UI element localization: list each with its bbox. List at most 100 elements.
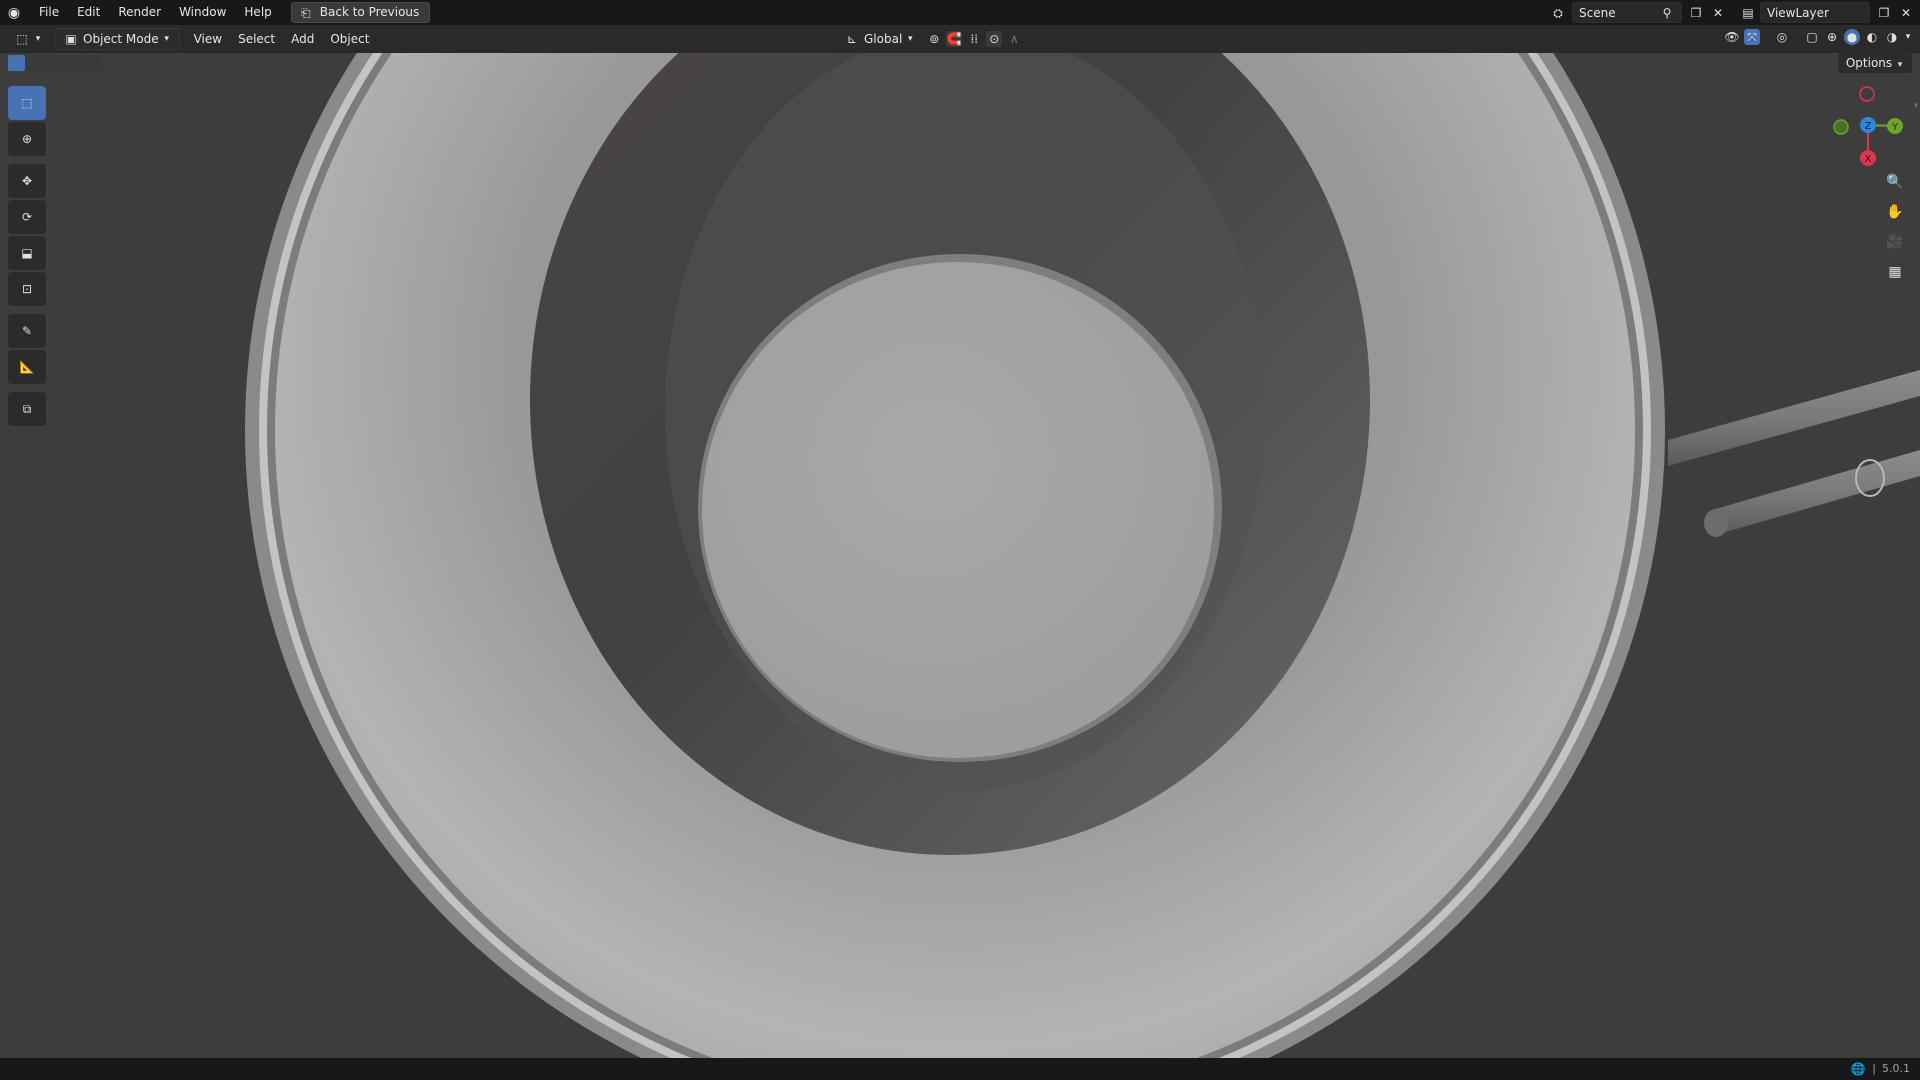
viewport-shading-controls: 👁 ⤧ ◎ ▢ ⊕ ● ◐ ◑ ▾ bbox=[1724, 29, 1912, 45]
proportional-edit-icon[interactable]: ⊙ bbox=[986, 31, 1003, 47]
camera-view-button[interactable]: 🎥 bbox=[1882, 229, 1908, 255]
zoom-button[interactable]: 🔍 bbox=[1882, 169, 1908, 195]
mode-label: Object Mode bbox=[83, 32, 159, 46]
scene-render bbox=[245, 53, 1920, 1058]
cursor-icon: ⊕ bbox=[21, 132, 33, 146]
camera-icon: 🎥 bbox=[1886, 234, 1904, 250]
remove-scene-icon[interactable]: ✕ bbox=[1710, 5, 1726, 21]
3d-viewport[interactable] bbox=[0, 53, 1920, 1058]
neg-y-axis-handle[interactable] bbox=[1833, 119, 1849, 135]
chevron-down-icon: ▾ bbox=[908, 34, 913, 44]
shading-solid-icon[interactable]: ● bbox=[1844, 29, 1860, 45]
object-mode-icon: ▣ bbox=[65, 32, 77, 46]
snap-toggle-icon[interactable]: 🧲 bbox=[946, 31, 963, 47]
tool-measure[interactable]: 📐 bbox=[8, 350, 46, 384]
scale-icon: ⬓ bbox=[21, 246, 33, 260]
scene-name: Scene bbox=[1579, 5, 1616, 20]
chevron-down-icon[interactable]: ▾ bbox=[1904, 29, 1912, 45]
scene-type-icon[interactable]: ⛭ bbox=[1550, 5, 1566, 21]
snap-target-icon[interactable]: ⁞⁞ bbox=[966, 31, 982, 47]
menu-view[interactable]: View bbox=[186, 29, 230, 49]
zoom-icon: 🔍 bbox=[1886, 174, 1904, 190]
menu-render[interactable]: Render bbox=[109, 0, 170, 25]
pivot-point-icon[interactable]: ⊚ bbox=[926, 31, 942, 47]
mode-dropdown[interactable]: ▣ Object Mode ▾ bbox=[54, 28, 180, 50]
annotate-icon: ✎ bbox=[21, 324, 33, 338]
xray-toggle-icon[interactable]: ▢ bbox=[1804, 29, 1820, 45]
new-scene-icon[interactable]: ❐ bbox=[1688, 5, 1704, 21]
tool-scale[interactable]: ⬓ bbox=[8, 236, 46, 270]
options-label: Options bbox=[1845, 56, 1893, 70]
visibility-icon[interactable]: 👁 bbox=[1724, 29, 1740, 45]
tool-cursor[interactable]: ⊕ bbox=[8, 122, 46, 156]
globe-icon: 🌐 bbox=[1850, 1062, 1866, 1076]
z-axis-label: Z bbox=[1865, 121, 1872, 132]
menu-window[interactable]: Window bbox=[170, 0, 235, 25]
tool-transform[interactable]: ⊡ bbox=[8, 272, 46, 306]
falloff-icon[interactable]: ∧ bbox=[1006, 31, 1022, 47]
transform-orientation-dropdown[interactable]: ⊾ Global ▾ bbox=[836, 29, 922, 49]
back-to-previous-label: Back to Previous bbox=[319, 5, 420, 19]
view-layer-field[interactable]: ViewLayer bbox=[1760, 2, 1870, 23]
options-dropdown[interactable]: Options ▾ bbox=[1837, 53, 1912, 73]
menu-select[interactable]: Select bbox=[230, 29, 283, 49]
status-bar: 🌐 | 5.0.1 bbox=[0, 1058, 1920, 1080]
tool-move[interactable]: ✥ bbox=[8, 164, 46, 198]
overlay-toggle-icon[interactable]: ◎ bbox=[1774, 29, 1790, 45]
topbar-right: ⛭ Scene ⚲ ❐ ✕ ▤ ViewLayer ❐ ✕ bbox=[1550, 0, 1920, 25]
measure-icon: 📐 bbox=[19, 360, 35, 374]
version-info: 🌐 | 5.0.1 bbox=[1850, 1058, 1910, 1080]
menu-file[interactable]: File bbox=[30, 0, 68, 25]
pin-icon[interactable]: ⚲ bbox=[1659, 5, 1675, 21]
menu-add[interactable]: Add bbox=[283, 29, 322, 49]
navigation-gizmo[interactable]: Z Y X bbox=[1820, 80, 1920, 180]
tool-annotate[interactable]: ✎ bbox=[8, 314, 46, 348]
shading-wireframe-icon[interactable]: ⊕ bbox=[1824, 29, 1840, 45]
move-icon: ✥ bbox=[21, 174, 33, 188]
select-intersect-button[interactable] bbox=[84, 55, 101, 71]
menu-help[interactable]: Help bbox=[235, 0, 280, 25]
hand-icon: ✋ bbox=[1886, 204, 1904, 220]
tool-rotate[interactable]: ⟳ bbox=[8, 200, 46, 234]
divider: | bbox=[1872, 1062, 1876, 1075]
chevron-down-icon: ▾ bbox=[35, 34, 41, 44]
tool-select-box[interactable]: ⬚ bbox=[8, 86, 46, 120]
gizmo-toggle-icon[interactable]: ⤧ bbox=[1744, 29, 1760, 45]
sidebar-toggle-icon[interactable]: ‹ bbox=[1914, 100, 1918, 111]
perspective-toggle-button[interactable]: ▦ bbox=[1882, 259, 1908, 285]
shading-material-icon[interactable]: ◐ bbox=[1864, 29, 1880, 45]
select-new-button[interactable] bbox=[8, 55, 25, 71]
x-axis-label: X bbox=[1865, 154, 1872, 165]
axis-gizmo: Z Y X bbox=[1833, 86, 1903, 166]
select-box-icon: ⬚ bbox=[21, 96, 33, 110]
transform-controls: ⊾ Global ▾ ⊚ 🧲 ⁞⁞ ⊙ ∧ bbox=[836, 29, 1022, 49]
add-cube-icon: ⧉ bbox=[22, 402, 32, 416]
tool-shelf: ⬚ ⊕ ✥ ⟳ ⬓ ⊡ ✎ 📐 ⧉ bbox=[8, 86, 46, 428]
select-invert-button[interactable] bbox=[65, 55, 82, 71]
menu-object[interactable]: Object bbox=[322, 29, 377, 49]
version-label: 5.0.1 bbox=[1882, 1062, 1910, 1075]
back-to-previous-button[interactable]: ⎗ Back to Previous bbox=[290, 2, 431, 23]
menu-edit[interactable]: Edit bbox=[68, 0, 109, 25]
editor-type-selector[interactable]: ⬚ ▾ bbox=[6, 29, 50, 49]
remove-view-layer-icon[interactable]: ✕ bbox=[1898, 5, 1914, 21]
chevron-down-icon: ▾ bbox=[164, 34, 169, 44]
new-view-layer-icon[interactable]: ❐ bbox=[1876, 5, 1892, 21]
neg-x-axis-handle[interactable] bbox=[1859, 86, 1875, 102]
shading-rendered-icon[interactable]: ◑ bbox=[1884, 29, 1900, 45]
orientation-icon: ⊾ bbox=[846, 32, 858, 46]
blender-logo-icon[interactable]: ◉ bbox=[6, 5, 22, 21]
view-layer-type-icon[interactable]: ▤ bbox=[1740, 5, 1756, 21]
grid-icon: ▦ bbox=[1888, 264, 1902, 280]
tool-add-cube[interactable]: ⧉ bbox=[8, 392, 46, 426]
orientation-label: Global bbox=[864, 32, 903, 46]
chevron-down-icon: ▾ bbox=[1897, 60, 1903, 70]
select-extend-button[interactable] bbox=[27, 55, 44, 71]
pan-button[interactable]: ✋ bbox=[1882, 199, 1908, 225]
viewport-header: ⬚ ▾ ▣ Object Mode ▾ View Select Add Obje… bbox=[0, 25, 1920, 53]
select-subtract-button[interactable] bbox=[46, 55, 63, 71]
top-menu-bar: ◉ File Edit Render Window Help ⎗ Back to… bbox=[0, 0, 1920, 25]
scene-field[interactable]: Scene ⚲ bbox=[1572, 2, 1682, 23]
back-icon: ⎗ bbox=[300, 5, 311, 20]
view-layer-name: ViewLayer bbox=[1767, 5, 1829, 20]
